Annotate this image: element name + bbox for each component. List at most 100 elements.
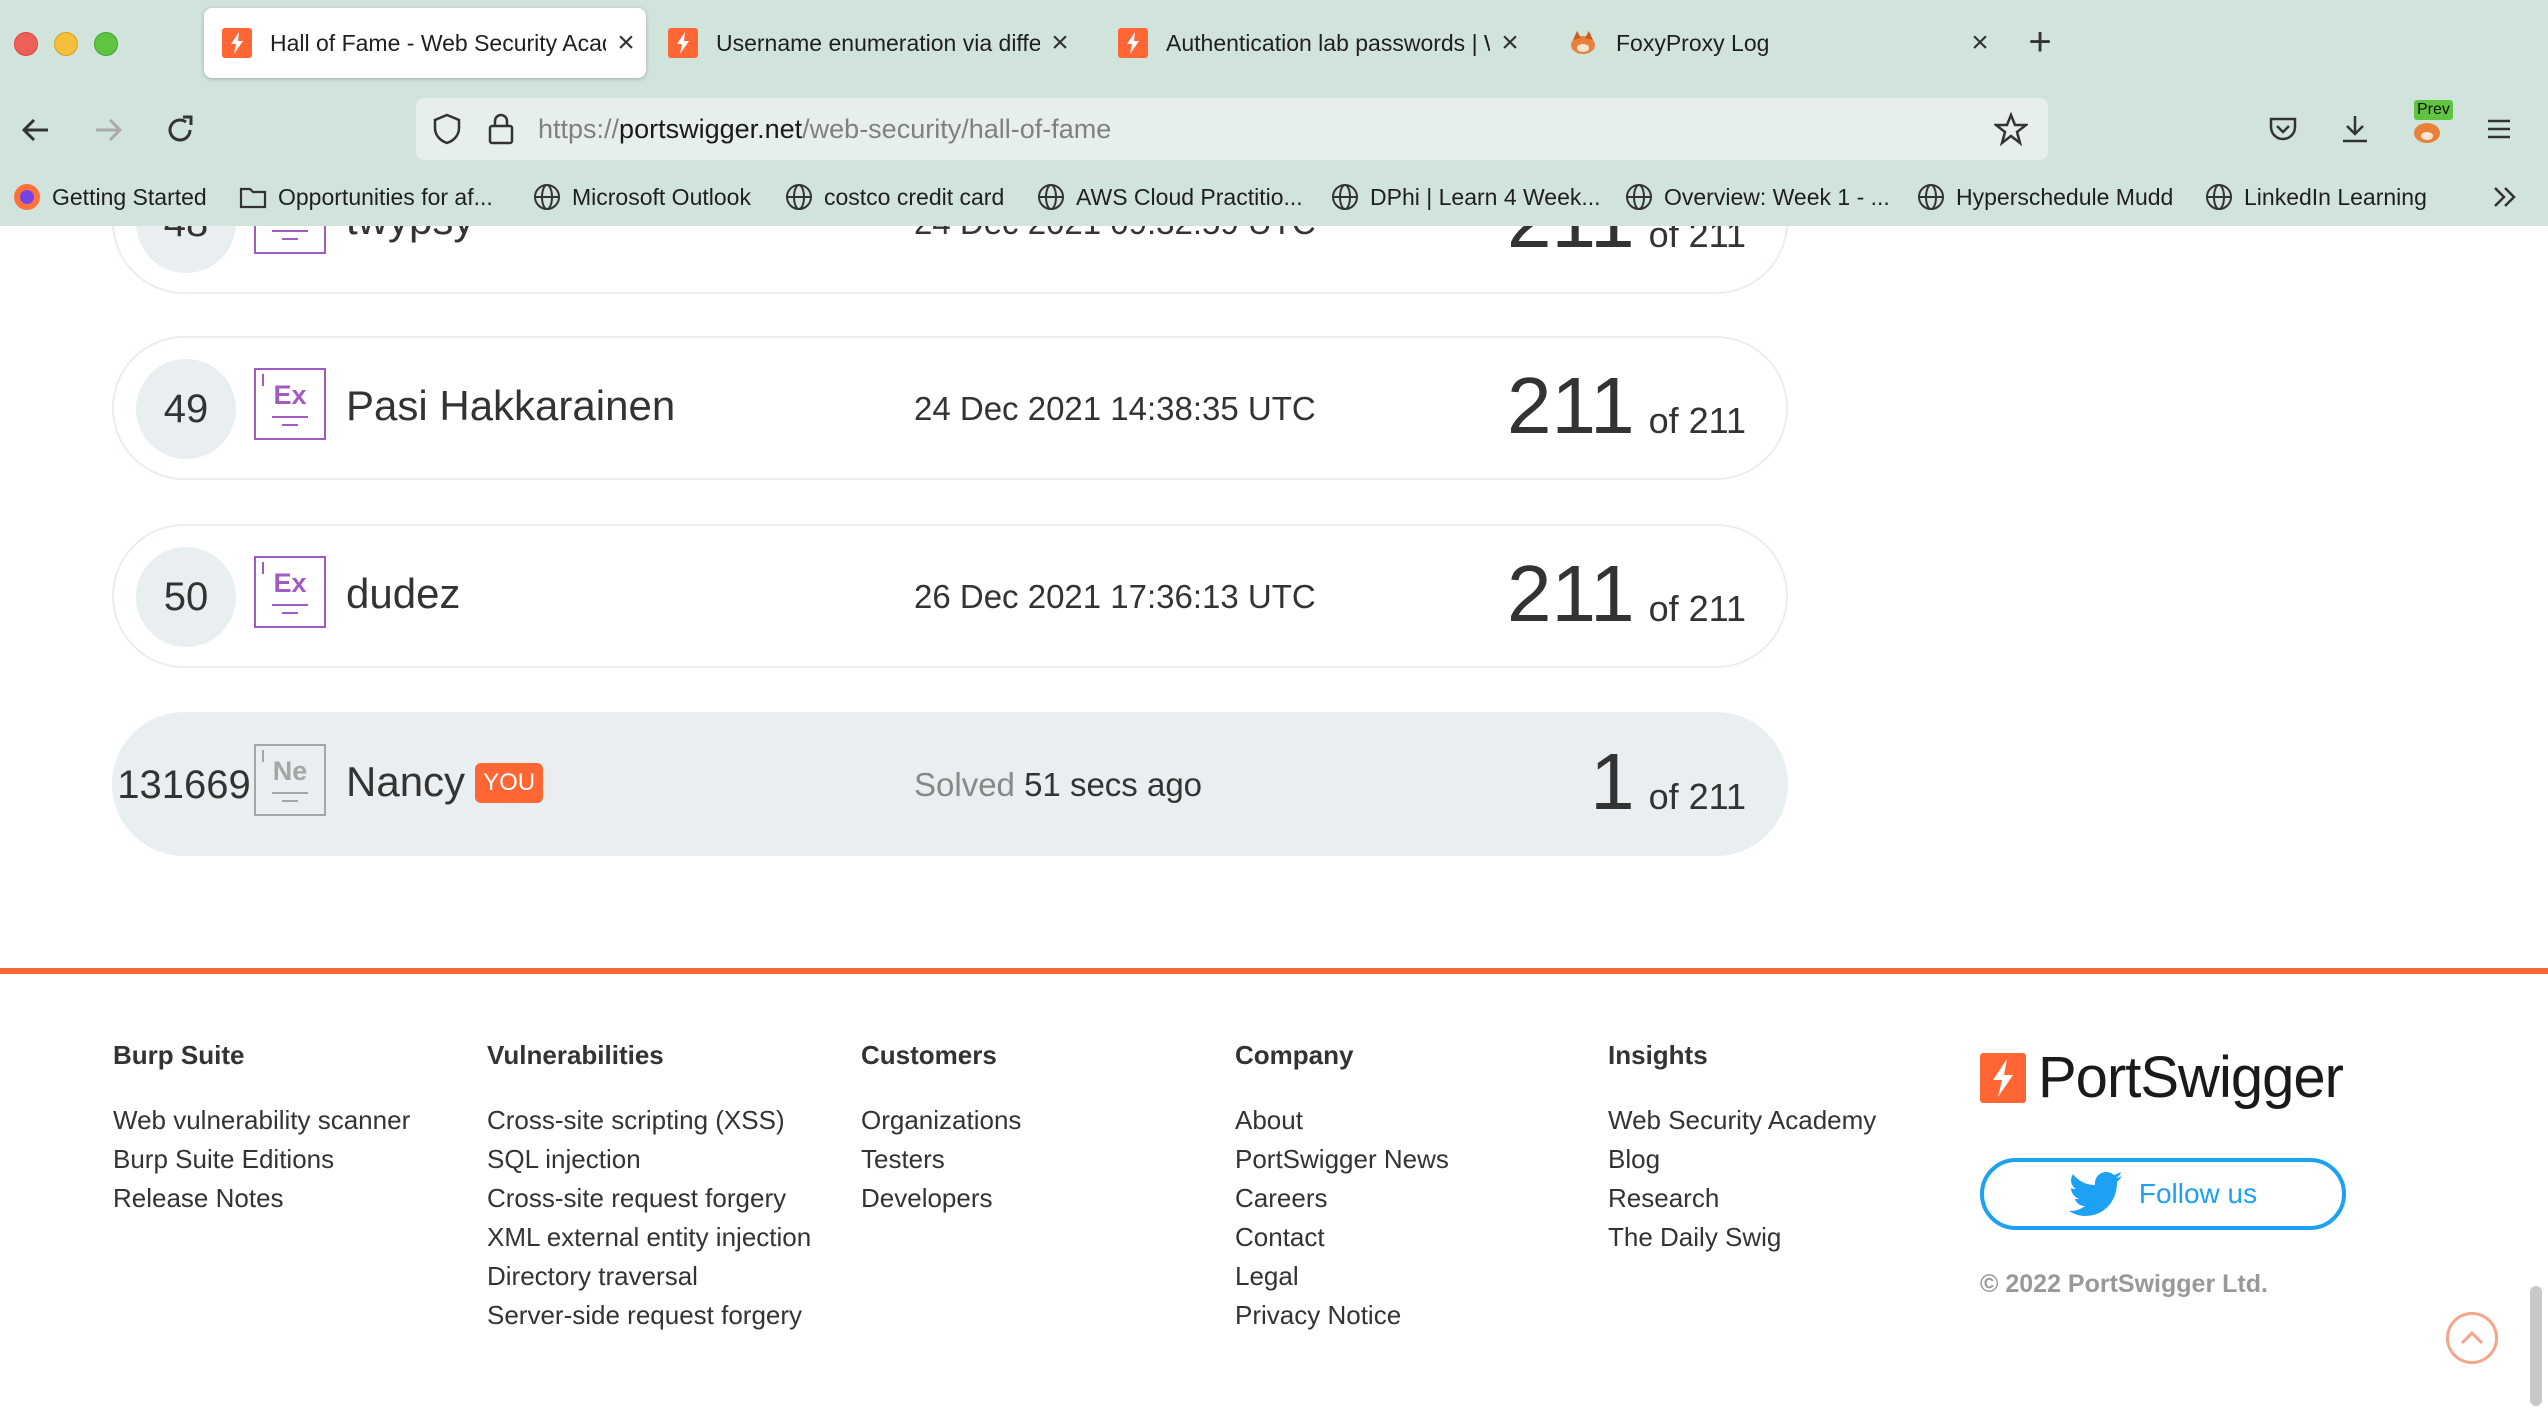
scroll-to-top-button[interactable] (2446, 1312, 2498, 1364)
rank-badge: 50 (136, 547, 236, 647)
pocket-button[interactable] (2262, 108, 2304, 150)
portswigger-icon (1118, 28, 1148, 58)
bookmark-costco[interactable]: costco credit card (784, 182, 1004, 212)
tab-title: Authentication lab passwords | Web Secur… (1166, 29, 1490, 56)
footer-link[interactable]: Directory traversal (487, 1257, 811, 1296)
reload-button[interactable] (160, 110, 200, 150)
solved-time: 51 secs ago (1024, 766, 1203, 803)
player-name: Pasi Hakkarainen (346, 382, 676, 429)
download-icon (2343, 116, 2367, 143)
footer-link[interactable]: PortSwigger News (1235, 1140, 1449, 1179)
score-value: 211 (1507, 549, 1635, 638)
close-tab-icon[interactable]: × (1040, 26, 1080, 60)
score: 211 of 211 (1507, 226, 1746, 266)
bookmark-hyperschedule[interactable]: Hyperschedule Mudd (1916, 182, 2173, 212)
lock-icon[interactable] (486, 112, 516, 146)
footer-link[interactable]: Research (1608, 1179, 1876, 1218)
tab-title: Username enumeration via different respo… (716, 29, 1040, 56)
footer-link[interactable]: Web vulnerability scanner (113, 1101, 410, 1140)
close-tab-icon[interactable]: × (1490, 26, 1530, 60)
window-minimize-button[interactable] (54, 32, 78, 56)
level-label: Ne (272, 756, 308, 786)
back-button[interactable] (16, 110, 56, 150)
url-prefix: https:// (538, 114, 620, 144)
window-close-button[interactable] (14, 32, 38, 56)
bookmark-star-icon[interactable] (1994, 112, 2028, 146)
address-bar[interactable]: https://portswigger.net/web-security/hal… (416, 98, 2048, 160)
bookmark-label: Microsoft Outlook (572, 183, 751, 210)
bookmark-aws[interactable]: AWS Cloud Practitio... (1036, 182, 1303, 212)
footer-link[interactable]: Cross-site request forgery (487, 1179, 811, 1218)
level-icon: Ex (254, 226, 326, 254)
footer-link[interactable]: SQL injection (487, 1140, 811, 1179)
footer-link[interactable]: Organizations (861, 1101, 1021, 1140)
score-total: of 211 (1648, 226, 1746, 255)
score-total: of 211 (1648, 588, 1746, 629)
shield-icon[interactable] (430, 112, 464, 146)
tab-authentication-passwords[interactable]: Authentication lab passwords | Web Secur… (1100, 8, 1530, 78)
bookmark-label: Hyperschedule Mudd (1956, 183, 2174, 210)
tab-foxyproxy-log[interactable]: FoxyProxy Log × (1550, 8, 2000, 78)
footer-link[interactable]: Web Security Academy (1608, 1101, 1876, 1140)
bookmark-microsoft-outlook[interactable]: Microsoft Outlook (532, 182, 751, 212)
footer-link[interactable]: About (1235, 1101, 1449, 1140)
close-tab-icon[interactable]: × (1960, 26, 2000, 60)
footer-link[interactable]: Server-side request forgery (487, 1296, 811, 1335)
footer-column-company: Company About PortSwigger News Careers C… (1235, 1040, 1449, 1335)
forward-button[interactable] (88, 110, 128, 150)
current-user-row: 131669 Ne Nancy YOU Solved 51 secs ago 1o… (112, 712, 1788, 856)
window-maximize-button[interactable] (94, 32, 118, 56)
url-text[interactable]: https://portswigger.net/web-security/hal… (538, 114, 1111, 145)
footer-link[interactable]: Contact (1235, 1218, 1449, 1257)
footer-link[interactable]: Developers (861, 1179, 1021, 1218)
solve-time: 24 Dec 2021 09:32:59 UTC (914, 226, 1316, 242)
close-tab-icon[interactable]: × (606, 26, 646, 60)
footer-link[interactable]: Release Notes (113, 1179, 410, 1218)
bookmark-label: Overview: Week 1 - ... (1664, 183, 1890, 210)
rank-badge: 49 (136, 359, 236, 459)
hamburger-menu-icon (2488, 119, 2510, 139)
portswigger-logo[interactable]: PortSwigger (1980, 1044, 2344, 1111)
score: 211 of 211 (1507, 360, 1746, 452)
footer-link[interactable]: Testers (861, 1140, 1021, 1179)
bookmark-dphi[interactable]: DPhi | Learn 4 Week... (1330, 182, 1601, 212)
menu-button[interactable] (2478, 108, 2520, 150)
reload-icon (168, 115, 193, 142)
firefox-icon (14, 184, 40, 210)
bookmark-overview-week1[interactable]: Overview: Week 1 - ... (1624, 182, 1890, 212)
extension-badge: Prev (2414, 100, 2453, 120)
globe-icon (2206, 184, 2232, 210)
solve-time: Solved 51 secs ago (914, 766, 1202, 804)
bookmark-getting-started[interactable]: Getting Started (12, 182, 207, 212)
footer-link[interactable]: Privacy Notice (1235, 1296, 1449, 1335)
globe-icon (1626, 184, 1652, 210)
footer-link[interactable]: Legal (1235, 1257, 1449, 1296)
player-name: Nancy YOU (346, 758, 544, 806)
bookmarks-overflow-button[interactable] (2490, 182, 2530, 212)
footer-link[interactable]: Burp Suite Editions (113, 1140, 410, 1179)
bookmark-label: AWS Cloud Practitio... (1076, 183, 1303, 210)
bookmark-linkedin-learning[interactable]: LinkedIn Learning (2204, 182, 2427, 212)
footer-link[interactable]: XML external entity injection (487, 1218, 811, 1257)
footer-link[interactable]: The Daily Swig (1608, 1218, 1876, 1257)
footer-heading: Burp Suite (113, 1040, 245, 1070)
tab-hall-of-fame[interactable]: Hall of Fame - Web Security Academy × (204, 8, 646, 78)
score: 211 of 211 (1507, 548, 1746, 640)
footer-link[interactable]: Careers (1235, 1179, 1449, 1218)
level-icon: Ex (254, 556, 326, 628)
extension-button[interactable]: Prev (2406, 100, 2453, 150)
tab-username-enumeration[interactable]: Username enumeration via different respo… (650, 8, 1080, 78)
bookmark-opportunities[interactable]: Opportunities for af... (238, 182, 493, 212)
leaderboard-row: 50 Ex dudez 26 Dec 2021 17:36:13 UTC 211… (112, 524, 1788, 668)
footer-heading: Company (1235, 1040, 1354, 1070)
new-tab-button[interactable]: + (2018, 20, 2062, 64)
footer-link[interactable]: Cross-site scripting (XSS) (487, 1101, 811, 1140)
rank-badge: 48 (136, 226, 236, 273)
scrollbar-thumb[interactable] (2530, 1286, 2542, 1406)
downloads-button[interactable] (2334, 108, 2376, 150)
bookmark-label: Getting Started (52, 183, 207, 210)
follow-us-button[interactable]: Follow us (1980, 1158, 2346, 1230)
tab-title: FoxyProxy Log (1616, 29, 1770, 56)
level-icon: Ne (254, 744, 326, 816)
footer-link[interactable]: Blog (1608, 1140, 1876, 1179)
